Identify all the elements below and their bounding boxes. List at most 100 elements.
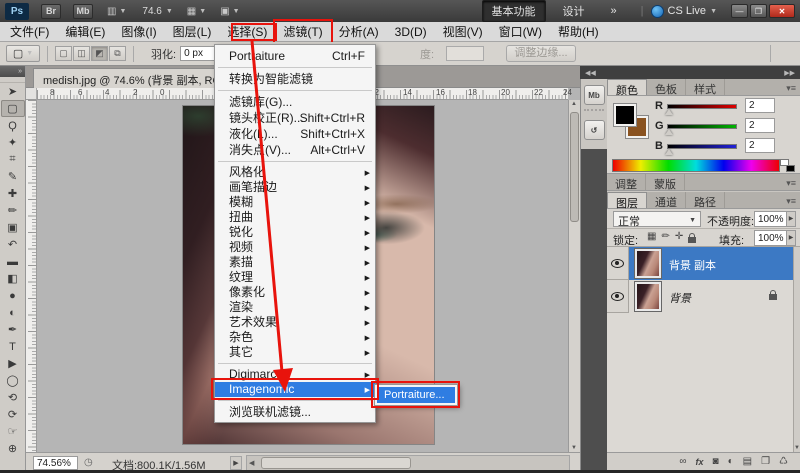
layer-name[interactable]: 背景 — [669, 290, 691, 306]
pen-tool[interactable]: ✒ — [1, 321, 25, 338]
zoom-level-button[interactable]: 74.6▼ — [142, 6, 172, 17]
tab-styles[interactable]: 样式 — [686, 79, 725, 95]
blur-tool[interactable]: ● — [1, 287, 25, 304]
lasso-tool[interactable]: Ϙ — [1, 117, 25, 134]
scroll-down-icon[interactable]: ▼ — [794, 445, 800, 451]
add-selection-button[interactable]: ◫ — [73, 46, 90, 61]
filter-menu-item[interactable]: 锐化 ▶ — [215, 225, 375, 240]
black-swatch[interactable] — [786, 165, 795, 172]
tab-color[interactable]: 颜色 — [607, 79, 647, 95]
menu-item[interactable]: 图像(I) — [113, 21, 164, 42]
filter-menu-item[interactable]: 画笔描边 ▶ — [215, 180, 375, 195]
adjustment-layer-icon[interactable]: ◐ — [728, 456, 734, 467]
filter-menu-item[interactable]: 滤镜库(G)... — [215, 94, 375, 110]
lock-move-icon[interactable]: ✛ — [675, 231, 683, 243]
filter-menu-item[interactable]: 视频 ▶ — [215, 240, 375, 255]
close-button[interactable]: ✕ — [769, 4, 795, 18]
tab-masks[interactable]: 蒙版 — [646, 174, 685, 190]
quick-selection-tool[interactable]: ✦ — [1, 134, 25, 151]
red-value-input[interactable]: 2 — [745, 98, 775, 113]
tab-layers[interactable]: 图层 — [607, 192, 647, 208]
path-selection-tool[interactable]: ▶ — [1, 355, 25, 372]
tab-adjustments[interactable]: 调整 — [607, 174, 646, 190]
screen-mode-button[interactable]: ▣▼ — [220, 6, 239, 17]
menu-item[interactable]: 帮助(H) — [550, 21, 607, 42]
dodge-tool[interactable]: ◐ — [1, 304, 25, 321]
menu-item[interactable]: 窗口(W) — [491, 21, 550, 42]
cs-live-button[interactable]: CS Live ▼ — [651, 5, 717, 18]
red-slider-handle[interactable] — [665, 109, 673, 115]
intersect-selection-button[interactable]: ⧉ — [109, 46, 126, 61]
blue-value-input[interactable]: 2 — [745, 138, 775, 153]
green-slider-handle[interactable] — [665, 129, 673, 135]
zoom-percent-input[interactable]: 74.56% — [33, 456, 78, 470]
filter-menu-item[interactable]: 消失点(V)... Alt+Ctrl+V — [215, 142, 375, 158]
new-layer-icon[interactable]: ❐ — [761, 456, 770, 467]
opacity-input[interactable]: 100% — [754, 211, 787, 227]
tab-swatches[interactable]: 色板 — [647, 79, 686, 95]
gradient-tool[interactable]: ◧ — [1, 270, 25, 287]
filter-menu-item[interactable]: 渲染 ▶ — [215, 300, 375, 315]
minimize-button[interactable]: — — [731, 4, 748, 18]
filter-menu-item[interactable]: 像素化 ▶ — [215, 285, 375, 300]
horizontal-scrollbar[interactable]: ◀ — [246, 455, 570, 471]
filter-menu-item[interactable] — [215, 360, 375, 367]
filter-menu-item[interactable]: 转换为智能滤镜 — [215, 71, 375, 87]
eraser-tool[interactable]: ▬ — [1, 253, 25, 270]
fill-input[interactable]: 100% — [754, 230, 787, 246]
layer-row-background[interactable]: 背景 — [607, 280, 793, 313]
dock-grip[interactable] — [584, 109, 604, 114]
history-panel-button[interactable]: ↺ — [584, 120, 605, 140]
layer-row-background-copy[interactable]: 背景 副本 — [607, 247, 793, 280]
panel-menu-icon[interactable]: ▾≡ — [786, 178, 796, 189]
panel-menu-icon[interactable]: ▾≡ — [786, 196, 796, 207]
menu-item[interactable]: 文件(F) — [2, 21, 57, 42]
move-tool[interactable]: ➤ — [1, 83, 25, 100]
layer-thumbnail[interactable] — [635, 282, 661, 311]
healing-brush-tool[interactable]: ✚ — [1, 185, 25, 202]
green-slider[interactable] — [667, 124, 737, 129]
visibility-cell[interactable] — [607, 280, 629, 313]
filter-menu-item[interactable]: 模糊 ▶ — [215, 195, 375, 210]
scroll-down-icon[interactable]: ▼ — [571, 445, 577, 451]
collapse-dock-icon[interactable]: ◀◀ — [585, 69, 596, 77]
layer-name[interactable]: 背景 副本 — [669, 257, 716, 273]
zoom-tool[interactable]: ⊕ — [1, 440, 25, 457]
filter-menu-item[interactable]: 艺术效果 ▶ — [215, 315, 375, 330]
opacity-slider-icon[interactable]: ▶ — [787, 211, 796, 227]
horizontal-scroll-thumb[interactable] — [261, 457, 411, 469]
filter-menu-item[interactable]: 液化(L)... Shift+Ctrl+X — [215, 126, 375, 142]
filter-menu-item[interactable]: 镜头校正(R)... Shift+Ctrl+R — [215, 110, 375, 126]
red-slider[interactable] — [667, 104, 737, 109]
filter-menu-item[interactable]: 素描 ▶ — [215, 255, 375, 270]
orbit-3d-tool[interactable]: ⟳ — [1, 406, 25, 423]
menu-item[interactable]: 图层(L) — [165, 21, 220, 42]
lock-all-icon[interactable] — [688, 237, 696, 243]
tool-preset-button[interactable]: ▢▼ — [6, 45, 40, 62]
layer-group-icon[interactable]: ▤ — [743, 456, 752, 467]
menu-item[interactable]: 编辑(E) — [57, 21, 113, 42]
clone-stamp-tool[interactable]: ▣ — [1, 219, 25, 236]
vertical-scrollbar[interactable]: ▲ ▼ — [568, 100, 580, 452]
arrange-documents-button[interactable]: ▦▼ — [187, 6, 206, 17]
scroll-left-icon[interactable]: ◀ — [249, 459, 254, 467]
filter-menu-item[interactable]: 纹理 ▶ — [215, 270, 375, 285]
workspace-more-button[interactable]: » — [602, 3, 626, 19]
palette-collapse-icon[interactable]: » — [0, 66, 25, 77]
filter-menu-item[interactable]: 浏览联机滤镜... — [215, 404, 375, 420]
rect-marquee-tool[interactable]: ▢ — [1, 100, 25, 117]
filter-menu-item[interactable]: Portraiture Ctrl+F — [215, 48, 375, 64]
crop-tool[interactable]: ⌗ — [1, 151, 25, 168]
vertical-scroll-thumb[interactable] — [570, 112, 579, 222]
bridge-button[interactable]: Br — [41, 4, 61, 19]
eye-icon[interactable] — [611, 292, 624, 301]
shape-tool[interactable]: ◯ — [1, 372, 25, 389]
filter-menu-item[interactable] — [215, 64, 375, 71]
filter-menu-item[interactable]: 其它 ▶ — [215, 345, 375, 360]
restore-button[interactable]: ❐ — [750, 4, 767, 18]
brush-tool[interactable]: ✏ — [1, 202, 25, 219]
lock-transparency-icon[interactable]: ▦ — [647, 231, 656, 243]
visibility-cell[interactable] — [607, 247, 629, 280]
fill-slider-icon[interactable]: ▶ — [787, 230, 796, 246]
link-layers-icon[interactable]: ∞ — [679, 456, 686, 467]
